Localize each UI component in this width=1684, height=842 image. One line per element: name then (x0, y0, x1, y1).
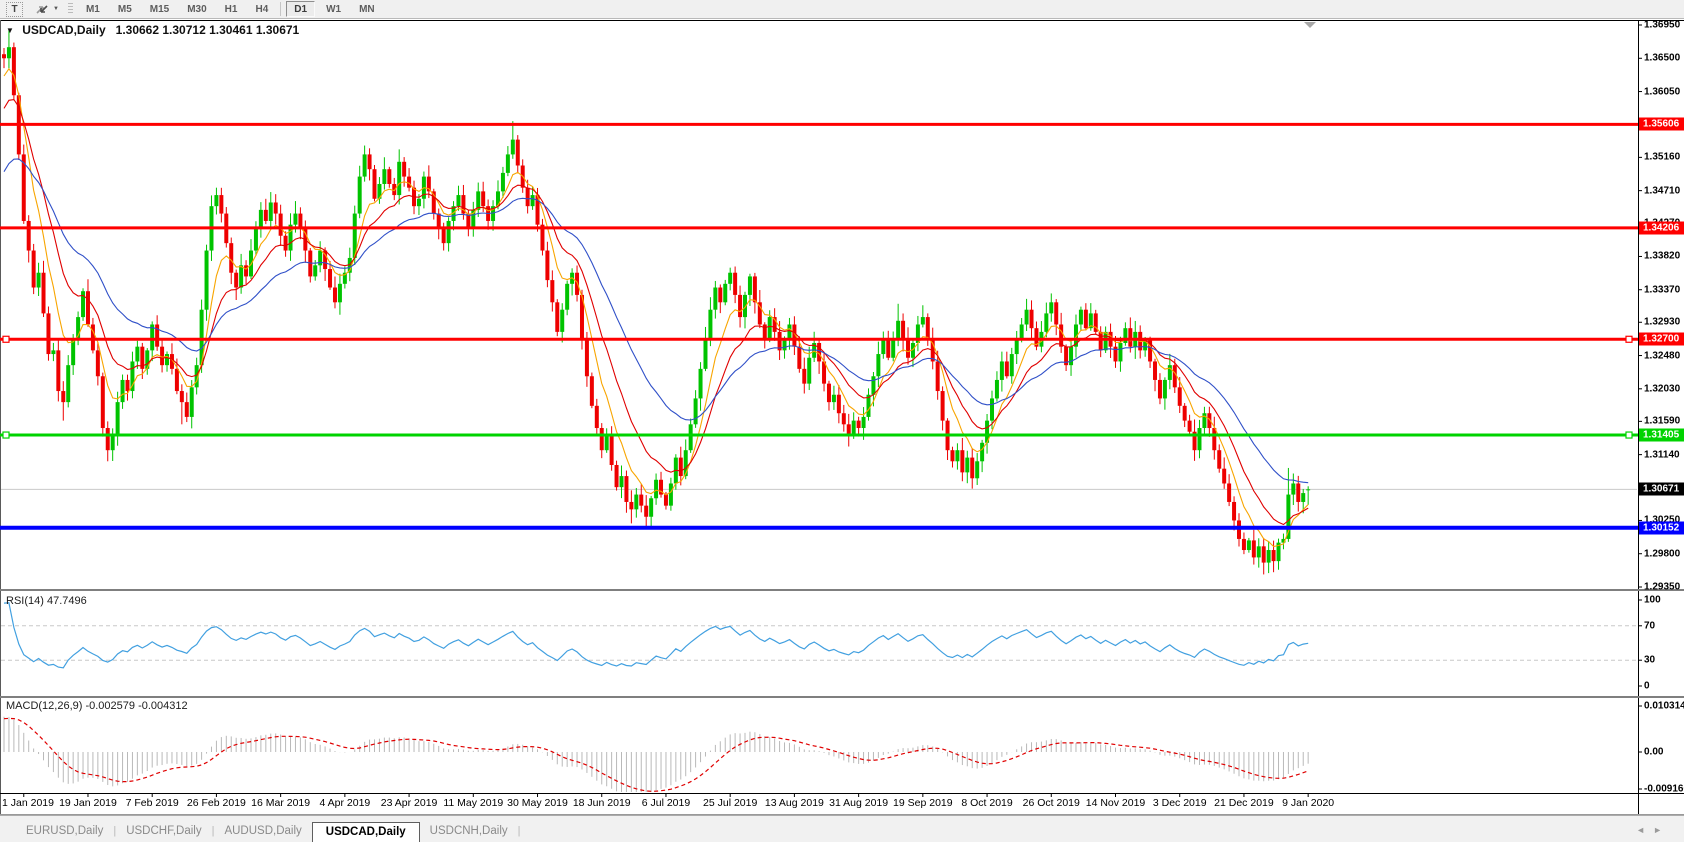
macd-tick-label: -0.009166 (1644, 783, 1684, 795)
ohlc-high: 1.30712 (162, 23, 206, 37)
hline-price-label: 1.30152 (1639, 521, 1684, 535)
macd-indicator-label: MACD(12,26,9) -0.002579 -0.004312 (6, 700, 188, 712)
chart-title: ▼ USDCAD,Daily 1.30662 1.30712 1.30461 1… (6, 23, 299, 37)
mt4-window: T ▼ M1 M5 M15 M30 H1 H4 D1 W1 MN ▼ USDCAD,Daily … (0, 0, 1684, 842)
rsi-tick-label: 70 (1644, 620, 1656, 632)
rsi-tick-label: 0 (1644, 680, 1650, 692)
date-label: 11 May 2019 (443, 797, 504, 809)
price-tick-label: 1.34710 (1644, 185, 1681, 197)
date-label: 23 Apr 2019 (380, 797, 438, 809)
hline-handle[interactable] (1625, 335, 1633, 343)
tab-usdcad-daily-active[interactable]: USDCAD,Daily (311, 822, 420, 842)
price-tick-label: 1.31140 (1644, 449, 1680, 461)
price-tick-label: 1.35160 (1644, 151, 1681, 163)
tabs-scroll-left-icon[interactable]: ◄ (1636, 825, 1653, 835)
hline-handle[interactable] (2, 431, 10, 439)
price-tick-label: 1.36950 (1644, 19, 1681, 31)
date-label: 4 Apr 2019 (319, 797, 371, 809)
ohlc-close: 1.30671 (255, 23, 300, 37)
price-tick-label: 1.33820 (1644, 250, 1681, 262)
price-tick-label: 1.32030 (1644, 383, 1681, 395)
price-tick-label: 1.36050 (1644, 86, 1681, 98)
date-label: 18 Jun 2019 (572, 797, 631, 809)
tab-usdcnh-daily[interactable]: USDCNH,Daily (420, 821, 518, 842)
date-label: 30 May 2019 (507, 797, 568, 809)
date-label: 9 Jan 2020 (1282, 797, 1335, 809)
chart-canvas[interactable] (0, 0, 1684, 842)
symbol-period-label: USDCAD,Daily (22, 23, 106, 37)
rsi-indicator-label: RSI(14) 47.7496 (6, 595, 87, 607)
date-label: 14 Nov 2019 (1085, 797, 1146, 809)
date-label: 31 Aug 2019 (829, 797, 889, 809)
date-label: 7 Feb 2019 (125, 797, 179, 809)
date-label: 16 Mar 2019 (251, 797, 311, 809)
macd-tick-label: 0.010314 (1644, 700, 1684, 712)
hline-handle[interactable] (1625, 431, 1633, 439)
date-label: 6 Jul 2019 (641, 797, 691, 809)
date-label: 25 Jul 2019 (703, 797, 758, 809)
symbol-dropdown-icon[interactable]: ▼ (6, 26, 14, 35)
tab-audusd-daily[interactable]: AUDUSD,Daily (214, 821, 311, 842)
hline-price-label: 1.32700 (1639, 332, 1684, 346)
price-tick-label: 1.32930 (1644, 316, 1681, 328)
ohlc-open: 1.30662 (115, 23, 160, 37)
price-tick-label: 1.31590 (1644, 415, 1681, 427)
date-label: 26 Oct 2019 (1022, 797, 1080, 809)
date-label: 19 Jan 2019 (59, 797, 117, 809)
date-label: 21 Dec 2019 (1214, 797, 1274, 809)
date-label: 26 Feb 2019 (186, 797, 246, 809)
rsi-tick-label: 30 (1644, 654, 1656, 666)
price-tick-label: 1.33370 (1644, 284, 1681, 296)
current-price-label: 1.30671 (1639, 482, 1684, 496)
rsi-tick-label: 100 (1644, 594, 1661, 606)
hline-price-label: 1.31405 (1639, 428, 1684, 442)
price-tick-label: 1.29350 (1644, 581, 1681, 593)
price-tick-label: 1.36500 (1644, 52, 1681, 64)
hline-price-label: 1.34206 (1639, 221, 1684, 235)
price-tick-label: 1.32480 (1644, 350, 1681, 362)
tab-usdchf-daily[interactable]: USDCHF,Daily (116, 821, 211, 842)
date-label: 19 Sep 2019 (893, 797, 953, 809)
date-label: 8 Oct 2019 (961, 797, 1013, 809)
date-label: 3 Dec 2019 (1152, 797, 1207, 809)
hline-handle[interactable] (2, 335, 10, 343)
ohlc-low: 1.30461 (209, 23, 253, 37)
price-tick-label: 1.29800 (1644, 548, 1681, 560)
hline-price-label: 1.35606 (1639, 117, 1684, 131)
macd-tick-label: 0.00 (1644, 746, 1664, 758)
chart-tab-bar: EURUSD,Daily | USDCHF,Daily | AUDUSD,Dai… (0, 815, 1684, 842)
tab-eurusd-daily[interactable]: EURUSD,Daily (16, 821, 113, 842)
date-label: 13 Aug 2019 (764, 797, 824, 809)
date-label: 1 Jan 2019 (2, 797, 54, 809)
tabs-scroll-right-icon[interactable]: ► (1653, 825, 1670, 835)
